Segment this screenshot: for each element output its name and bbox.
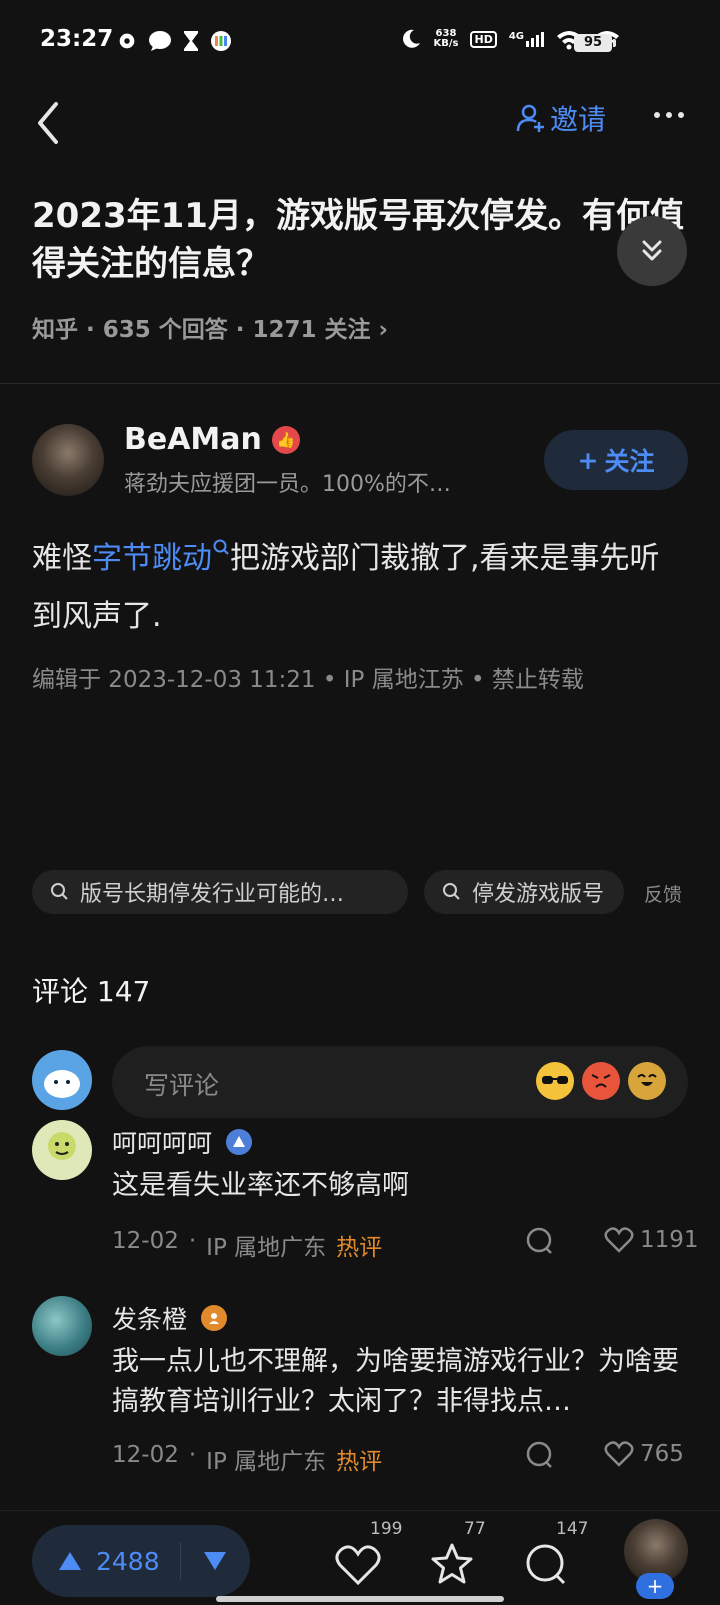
like-count-total: 199 (370, 1519, 403, 1539)
net-speed: 638 KB/s (433, 28, 459, 49)
divider (0, 383, 720, 384)
invite-label: 邀请 (550, 103, 607, 136)
feedback-link[interactable]: 反馈 (644, 880, 682, 907)
home-indicator[interactable] (216, 1596, 504, 1602)
commenter-avatar[interactable] (32, 1296, 92, 1356)
double-chevron-down-icon (642, 240, 662, 261)
comment-meta: 12-02 · IP 属地广东 热评 (112, 1442, 383, 1475)
downvote-button[interactable] (181, 1551, 249, 1571)
vote-pill: 2488 (32, 1525, 250, 1597)
related-search-chip[interactable]: 停发游戏版号 (424, 870, 624, 914)
author-avatar[interactable] (32, 424, 104, 496)
status-bar: 23:27 638 KB/s HD 4G 95 (0, 0, 720, 84)
app-colorful-icon (211, 31, 231, 51)
sunglasses-emoji-icon[interactable] (536, 1062, 574, 1100)
related-searches: 版号长期停发行业可能的… 停发游戏版号 (32, 870, 720, 914)
comment-icon[interactable] (522, 1541, 570, 1589)
upvote-button[interactable]: 2488 (32, 1547, 180, 1576)
related-search-chip[interactable]: 版号长期停发行业可能的… (32, 870, 408, 914)
battery-indicator: 95 (574, 34, 616, 52)
status-time: 23:27 (40, 26, 114, 52)
commenter-name: 呵呵呵呵 (112, 1129, 213, 1158)
follow-button[interactable]: + 关注 (544, 430, 688, 490)
comment-count: 147 (556, 1519, 589, 1539)
upvote-count: 2488 (96, 1546, 160, 1576)
hot-comment-tag: 热评 (336, 1235, 383, 1261)
question-title[interactable]: 2023年11月，游戏版号再次停发。有何值得关注的信息？ (32, 192, 692, 288)
comment-meta: 12-02 · IP 属地广东 热评 (112, 1228, 383, 1261)
answer-text-before: 难怪 (32, 541, 92, 576)
comments-header: 评论 147 (32, 975, 151, 1008)
search-icon (213, 539, 229, 555)
author-bio: 蒋劲夫应援团一员。100%的不… (124, 472, 451, 497)
comment-placeholder: 写评论 (144, 1071, 220, 1100)
like-heart-icon[interactable] (334, 1541, 382, 1589)
comment-like-button[interactable]: 1191 (604, 1226, 699, 1254)
more-options-icon[interactable] (654, 112, 690, 124)
favorite-count: 77 (464, 1519, 486, 1539)
like-count: 765 (640, 1441, 684, 1467)
search-icon (51, 883, 68, 900)
status-left-icons (116, 30, 232, 52)
commenter-avatar[interactable] (32, 1120, 92, 1180)
commenter-name: 发条橙 (112, 1305, 188, 1334)
collapse-button[interactable] (617, 216, 687, 286)
add-user-icon (516, 104, 544, 132)
comment-text: 这是看失业率还不够高啊 (112, 1170, 409, 1201)
follow-label: 关注 (604, 447, 655, 476)
hd-indicator: HD (470, 30, 497, 48)
comment-input[interactable]: 写评论 (112, 1046, 688, 1118)
level-badge-icon (226, 1129, 253, 1155)
plus-icon: + (577, 445, 599, 475)
triangle-up-icon (59, 1552, 81, 1570)
angry-emoji-icon[interactable] (582, 1062, 620, 1100)
settings-icon (119, 33, 135, 49)
top-nav: 邀请 (0, 84, 720, 184)
follow-plus-button[interactable]: + (636, 1573, 674, 1599)
star-icon[interactable] (428, 1541, 476, 1589)
like-count: 1191 (640, 1227, 699, 1253)
heart-icon (604, 1227, 634, 1253)
crying-laughing-emoji-icon[interactable] (628, 1062, 666, 1100)
author-name: BeAMan (124, 422, 262, 457)
signal-icon: 4G (509, 31, 544, 47)
invite-button[interactable]: 邀请 (516, 98, 606, 138)
commenter-name-row[interactable]: 呵呵呵呵 (112, 1124, 253, 1160)
bottom-action-bar: 2488 199 77 147 + (0, 1510, 720, 1605)
author-name-row[interactable]: BeAMan 👍 (124, 422, 300, 457)
level-badge-icon (201, 1305, 228, 1331)
my-avatar (32, 1050, 92, 1110)
chat-bubble-icon (149, 31, 171, 51)
triangle-down-icon (204, 1552, 226, 1570)
moon-icon (402, 29, 420, 48)
search-icon (443, 883, 460, 900)
comment-like-button[interactable]: 765 (604, 1440, 684, 1468)
heart-icon (604, 1441, 634, 1467)
thumbs-up-badge-icon: 👍 (271, 425, 300, 454)
answer-content: 难怪字节跳动 把游戏部门裁撤了,看来是事先听到风声了. (32, 530, 688, 646)
question-meta[interactable]: 知乎 · 635 个回答 · 1271 关注 › (32, 310, 388, 344)
comment-text: 我一点儿也不理解，为啥要搞游戏行业？为啥要搞教育培训行业？太闲了？非得找点… (112, 1346, 679, 1417)
emoji-shortcuts (536, 1062, 666, 1100)
reply-icon[interactable] (524, 1440, 554, 1470)
back-arrow-icon[interactable] (30, 98, 70, 148)
hot-comment-tag: 热评 (336, 1449, 383, 1475)
reply-icon[interactable] (524, 1226, 554, 1256)
hourglass-icon (184, 31, 198, 51)
answer-search-link[interactable]: 字节跳动 (92, 539, 230, 576)
answer-meta: 编辑于 2023-12-03 11:21 • IP 属地江苏 • 禁止转载 (32, 667, 584, 693)
commenter-name-row[interactable]: 发条橙 (112, 1300, 228, 1336)
